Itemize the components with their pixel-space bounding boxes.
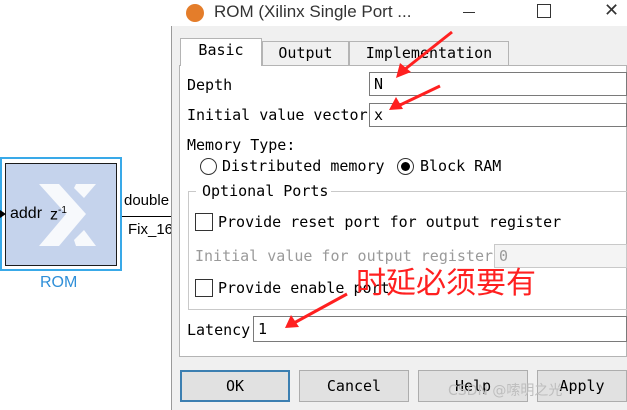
annotation-arrows (285, 30, 453, 328)
watermark: CSDN @嗦明之光 (448, 383, 563, 399)
annotation-text: 时延必须要有 (356, 266, 536, 301)
tab-basic[interactable]: Basic (180, 38, 262, 66)
